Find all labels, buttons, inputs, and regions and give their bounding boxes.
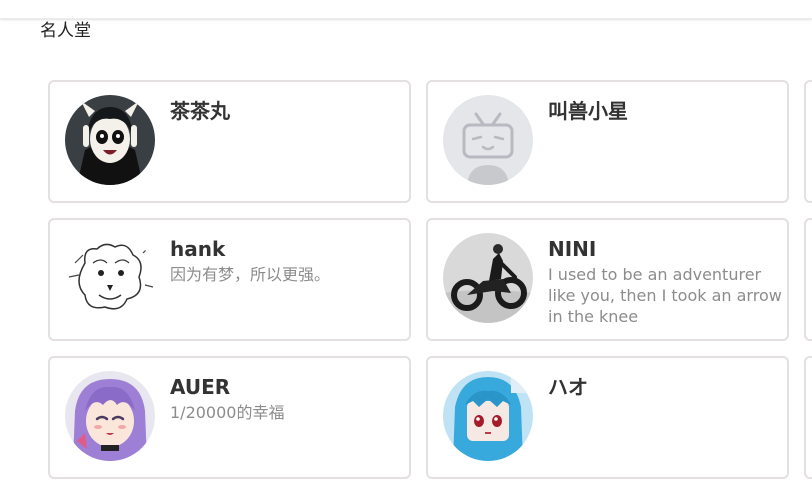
user-card[interactable]: NINI I used to be an adventurer like you… [426, 218, 789, 341]
sketch-dog-avatar-icon[interactable] [65, 233, 155, 323]
user-card-partial[interactable] [804, 218, 812, 341]
purple-hair-anime-avatar-icon[interactable] [65, 371, 155, 461]
user-name: hank [170, 237, 226, 261]
bilibili-tv-avatar-icon[interactable] [443, 95, 533, 185]
user-card-partial[interactable] [804, 356, 812, 479]
user-name: 茶茶丸 [170, 99, 230, 123]
user-bio: 1/20000的幸福 [170, 403, 285, 422]
goth-girl-avatar-icon[interactable] [65, 95, 155, 185]
user-card[interactable]: 茶茶丸 [48, 80, 411, 203]
page-title: 名人堂 [40, 21, 91, 41]
user-name: AUER [170, 375, 231, 399]
user-name: ハオ [548, 375, 588, 399]
user-name: NINI [548, 237, 597, 261]
top-bar [0, 0, 812, 19]
user-name: 叫兽小星 [548, 99, 628, 123]
user-card-partial[interactable] [804, 80, 812, 203]
motorcycle-rider-avatar-icon[interactable] [443, 233, 533, 323]
user-card[interactable]: AUER 1/20000的幸福 [48, 356, 411, 479]
user-card[interactable]: hank 因为有梦，所以更强。 [48, 218, 411, 341]
user-card[interactable]: ハオ [426, 356, 789, 479]
user-card[interactable]: 叫兽小星 [426, 80, 789, 203]
user-bio: 因为有梦，所以更强。 [170, 265, 331, 284]
blue-hair-anime-avatar-icon[interactable] [443, 371, 533, 461]
user-bio: I used to be an adventurer like you, the… [548, 265, 782, 326]
